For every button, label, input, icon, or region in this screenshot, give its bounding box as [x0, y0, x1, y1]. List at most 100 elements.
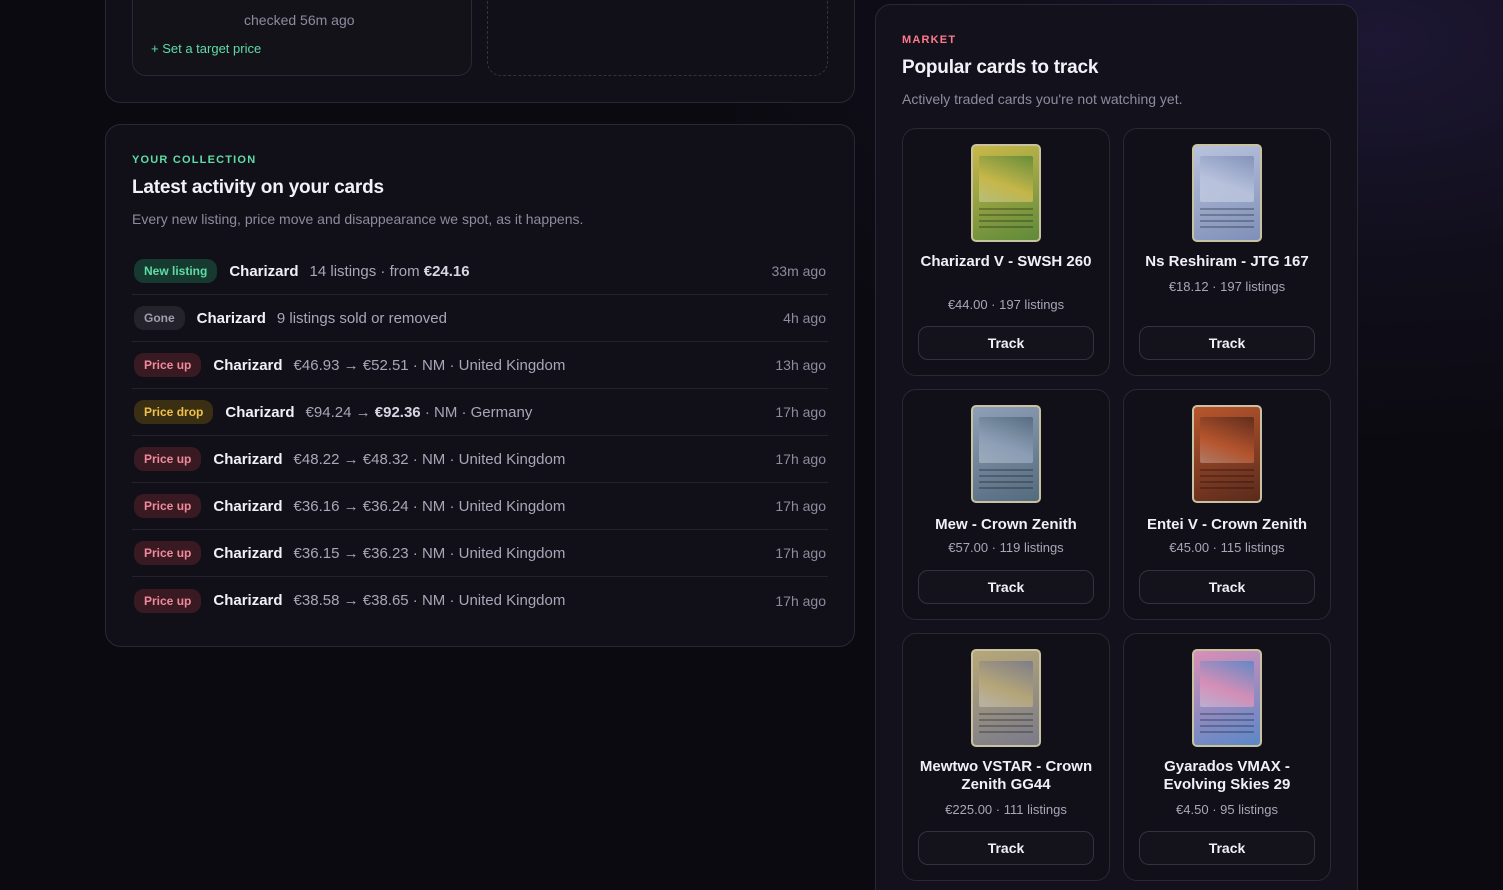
track-button[interactable]: Track: [1139, 326, 1315, 360]
track-button[interactable]: Track: [918, 570, 1094, 604]
market-panel: MARKET Popular cards to track Actively t…: [875, 4, 1358, 890]
status-badge: Price up: [134, 541, 202, 565]
card-art: [979, 156, 1033, 202]
card-image: [971, 144, 1041, 242]
market-card[interactable]: Mewtwo VSTAR - Crown Zenith GG44 €225.00 …: [902, 633, 1110, 881]
market-card-name: Charizard V - SWSH 260: [920, 253, 1092, 270]
detail-text: €36.15 → €36.23 · NM · United Kingdom: [293, 544, 566, 562]
status-badge: Gone: [134, 306, 185, 330]
market-card-name: Gyarados VMAX - Evolving Skies 29: [1163, 758, 1291, 793]
activity-row[interactable]: Price drop Charizard €94.24 → €92.36 · NM …: [132, 389, 828, 436]
card-text-lines: [1200, 469, 1254, 493]
activity-time: 17h ago: [775, 498, 826, 514]
card-art: [1200, 661, 1254, 707]
market-card-name: Entei V - Crown Zenith: [1147, 516, 1307, 533]
market-subtitle: Actively traded cards you're not watchin…: [902, 91, 1183, 107]
market-card-name: Mewtwo VSTAR - Crown Zenith GG44: [919, 758, 1093, 793]
status-badge: Price up: [134, 588, 202, 613]
detail-text: €46.93 → €52.51 · NM · United Kingdom: [293, 356, 566, 374]
activity-time: 17h ago: [775, 592, 826, 609]
activity-time: 17h ago: [775, 451, 826, 467]
card-text-lines: [979, 713, 1033, 737]
activity-detail: €48.22 → €48.32 · NM · United Kingdom: [294, 451, 566, 468]
card-image: [1192, 405, 1262, 503]
card-text-lines: [1200, 208, 1254, 232]
card-name[interactable]: Charizard: [229, 263, 298, 280]
activity-detail: €36.16 → €36.24 · NM · United Kingdom: [294, 498, 566, 515]
detail-text: 9 listings sold or removed: [276, 309, 447, 327]
card-text-lines: [979, 208, 1033, 232]
status-badge: New listing: [134, 259, 218, 283]
watchlist-panel: checked 56m ago + Set a target price: [105, 0, 855, 103]
activity-detail: 14 listings · from €24.16: [310, 263, 470, 280]
card-name[interactable]: Charizard: [213, 498, 282, 515]
market-card[interactable]: Entei V - Crown Zenith €45.00 · 115 listi…: [1123, 389, 1331, 620]
market-card-price: €44.00 · 197 listings: [947, 297, 1065, 312]
card-image: [971, 405, 1041, 503]
detail-tail: · NM · Germany: [420, 403, 533, 421]
market-card[interactable]: Charizard V - SWSH 260 €44.00 · 197 listi…: [902, 128, 1110, 376]
market-card[interactable]: Ns Reshiram - JTG 167 €18.12 · 197 listin…: [1123, 128, 1331, 376]
watched-card: checked 56m ago + Set a target price: [132, 0, 472, 76]
card-text-lines: [1200, 713, 1254, 737]
card-name[interactable]: Charizard: [213, 592, 282, 609]
activity-row[interactable]: Price up Charizard €38.58 → €38.65 · NM · …: [132, 577, 828, 624]
card-name[interactable]: Charizard: [213, 545, 282, 562]
market-title: Popular cards to track: [902, 57, 1099, 78]
activity-time: 17h ago: [775, 404, 826, 420]
detail-price: €24.16: [423, 262, 470, 280]
activity-row[interactable]: Gone Charizard 9 listings sold or removed 4…: [132, 295, 828, 342]
card-text-lines: [979, 469, 1033, 493]
activity-row[interactable]: New listing Charizard 14 listings · from €…: [132, 248, 828, 295]
checked-timestamp: checked 56m ago: [244, 12, 355, 28]
activity-time: 17h ago: [775, 545, 826, 561]
activity-time: 13h ago: [775, 357, 826, 373]
detail-text: 14 listings · from: [309, 262, 424, 280]
market-card-price: €4.50 · 95 listings: [1176, 802, 1278, 817]
activity-row[interactable]: Price up Charizard €36.15 → €36.23 · NM · …: [132, 530, 828, 577]
market-card[interactable]: Gyarados VMAX - Evolving Skies 29 €4.50 ·…: [1123, 633, 1331, 881]
market-card-price: €45.00 · 115 listings: [1169, 540, 1285, 555]
collection-panel: YOUR COLLECTION Latest activity on your …: [105, 124, 855, 647]
activity-row[interactable]: Price up Charizard €48.22 → €48.32 · NM · …: [132, 436, 828, 483]
activity-time: 33m ago: [771, 263, 826, 279]
card-name[interactable]: Charizard: [225, 404, 294, 421]
empty-watch-slot[interactable]: [487, 0, 828, 76]
collection-title: Latest activity on your cards: [132, 177, 384, 198]
detail-text: €36.16 → €36.24 · NM · United Kingdom: [293, 497, 566, 515]
market-card-name: Ns Reshiram - JTG 167: [1145, 253, 1309, 270]
card-image: [1192, 649, 1262, 747]
market-card-name: Mew - Crown Zenith: [935, 516, 1077, 533]
market-card-price: €57.00 · 119 listings: [948, 540, 1064, 555]
activity-row[interactable]: Price up Charizard €46.93 → €52.51 · NM · …: [132, 342, 828, 389]
track-button[interactable]: Track: [1139, 570, 1315, 604]
detail-price: €92.36: [374, 403, 421, 421]
activity-row[interactable]: Price up Charizard €36.16 → €36.24 · NM · …: [132, 483, 828, 530]
market-card-price: €18.12 · 197 listings: [1168, 279, 1286, 294]
status-badge: Price up: [134, 353, 202, 377]
card-name[interactable]: Charizard: [197, 310, 266, 327]
activity-detail: €36.15 → €36.23 · NM · United Kingdom: [294, 545, 566, 562]
status-badge: Price up: [134, 494, 202, 518]
card-art: [979, 417, 1033, 463]
activity-detail: €46.93 → €52.51 · NM · United Kingdom: [294, 357, 566, 374]
card-art: [1200, 417, 1254, 463]
card-image: [971, 649, 1041, 747]
track-button[interactable]: Track: [918, 326, 1094, 360]
detail-text: €48.22 → €48.32 · NM · United Kingdom: [293, 450, 566, 468]
set-target-price-link[interactable]: + Set a target price: [151, 41, 261, 56]
track-button[interactable]: Track: [918, 831, 1094, 865]
card-image: [1192, 144, 1262, 242]
detail-text: €94.24 →: [305, 403, 375, 421]
market-eyebrow: MARKET: [902, 34, 957, 46]
market-card-price: €225.00 · 111 listings: [945, 802, 1067, 817]
collection-subtitle: Every new listing, price move and disapp…: [132, 211, 584, 227]
collection-eyebrow: YOUR COLLECTION: [132, 154, 257, 166]
card-name[interactable]: Charizard: [213, 451, 282, 468]
status-badge: Price up: [134, 447, 202, 471]
activity-detail: €94.24 → €92.36 · NM · Germany: [306, 404, 533, 421]
card-name[interactable]: Charizard: [213, 357, 282, 374]
track-button[interactable]: Track: [1139, 831, 1315, 865]
activity-list: New listing Charizard 14 listings · from €…: [132, 248, 828, 624]
market-card[interactable]: Mew - Crown Zenith €57.00 · 119 listings T…: [902, 389, 1110, 620]
